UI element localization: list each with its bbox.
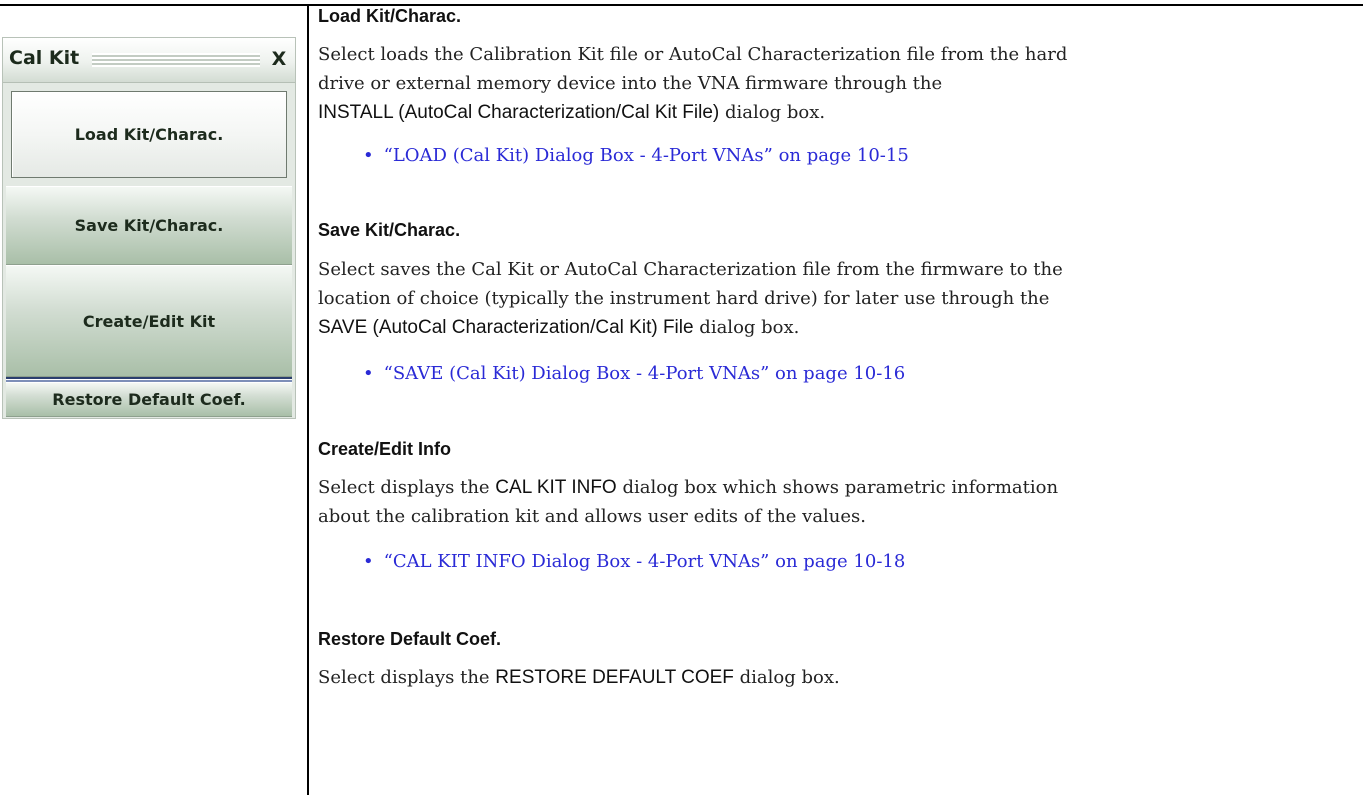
menu-title: Cal Kit: [9, 47, 80, 69]
create-edit-kit-button[interactable]: Create/Edit Kit: [6, 265, 292, 377]
section-body-restore: Select displays the RESTORE DEFAULT COEF…: [318, 667, 840, 688]
section-heading-create: Create/Edit Info: [318, 439, 452, 459]
section-heading-restore: Restore Default Coef.: [318, 629, 502, 649]
link-save-dialog[interactable]: “SAVE (Cal Kit) Dialog Box - 4-Port VNAs…: [384, 363, 906, 384]
section-heading-save: Save Kit/Charac.: [318, 220, 461, 240]
cal-kit-menu: Cal Kit X Load Kit/Charac. Save Kit/Char…: [2, 37, 296, 419]
close-icon[interactable]: X: [267, 45, 291, 73]
section-link-load: • “LOAD (Cal Kit) Dialog Box - 4-Port VNA…: [363, 145, 909, 166]
title-bar-grip: [92, 53, 260, 67]
bullet-icon: •: [363, 145, 374, 166]
section-body-load: Select loads the Calibration Kit file or…: [318, 44, 1068, 123]
section-heading-load: Load Kit/Charac.: [318, 6, 462, 26]
section-link-save: • “SAVE (Cal Kit) Dialog Box - 4-Port VNA…: [363, 363, 905, 384]
bullet-icon: •: [363, 551, 374, 572]
top-rule: [0, 4, 1363, 6]
link-load-dialog[interactable]: “LOAD (Cal Kit) Dialog Box - 4-Port VNAs…: [384, 145, 909, 166]
link-cal-kit-info-dialog[interactable]: “CAL KIT INFO Dialog Box - 4-Port VNAs” …: [384, 551, 906, 572]
bullet-icon: •: [363, 363, 374, 384]
section-body-create: Select displays the CAL KIT INFO dialog …: [318, 477, 1059, 527]
section-link-create: • “CAL KIT INFO Dialog Box - 4-Port VNAs”…: [363, 551, 905, 572]
restore-default-coef-button[interactable]: Restore Default Coef.: [6, 382, 292, 417]
section-body-save: Select saves the Cal Kit or AutoCal Char…: [318, 259, 1063, 338]
column-divider: [307, 4, 309, 795]
menu-title-bar: Cal Kit X: [3, 38, 295, 83]
load-kit-button[interactable]: Load Kit/Charac.: [11, 91, 287, 178]
save-kit-button[interactable]: Save Kit/Charac.: [6, 186, 292, 265]
